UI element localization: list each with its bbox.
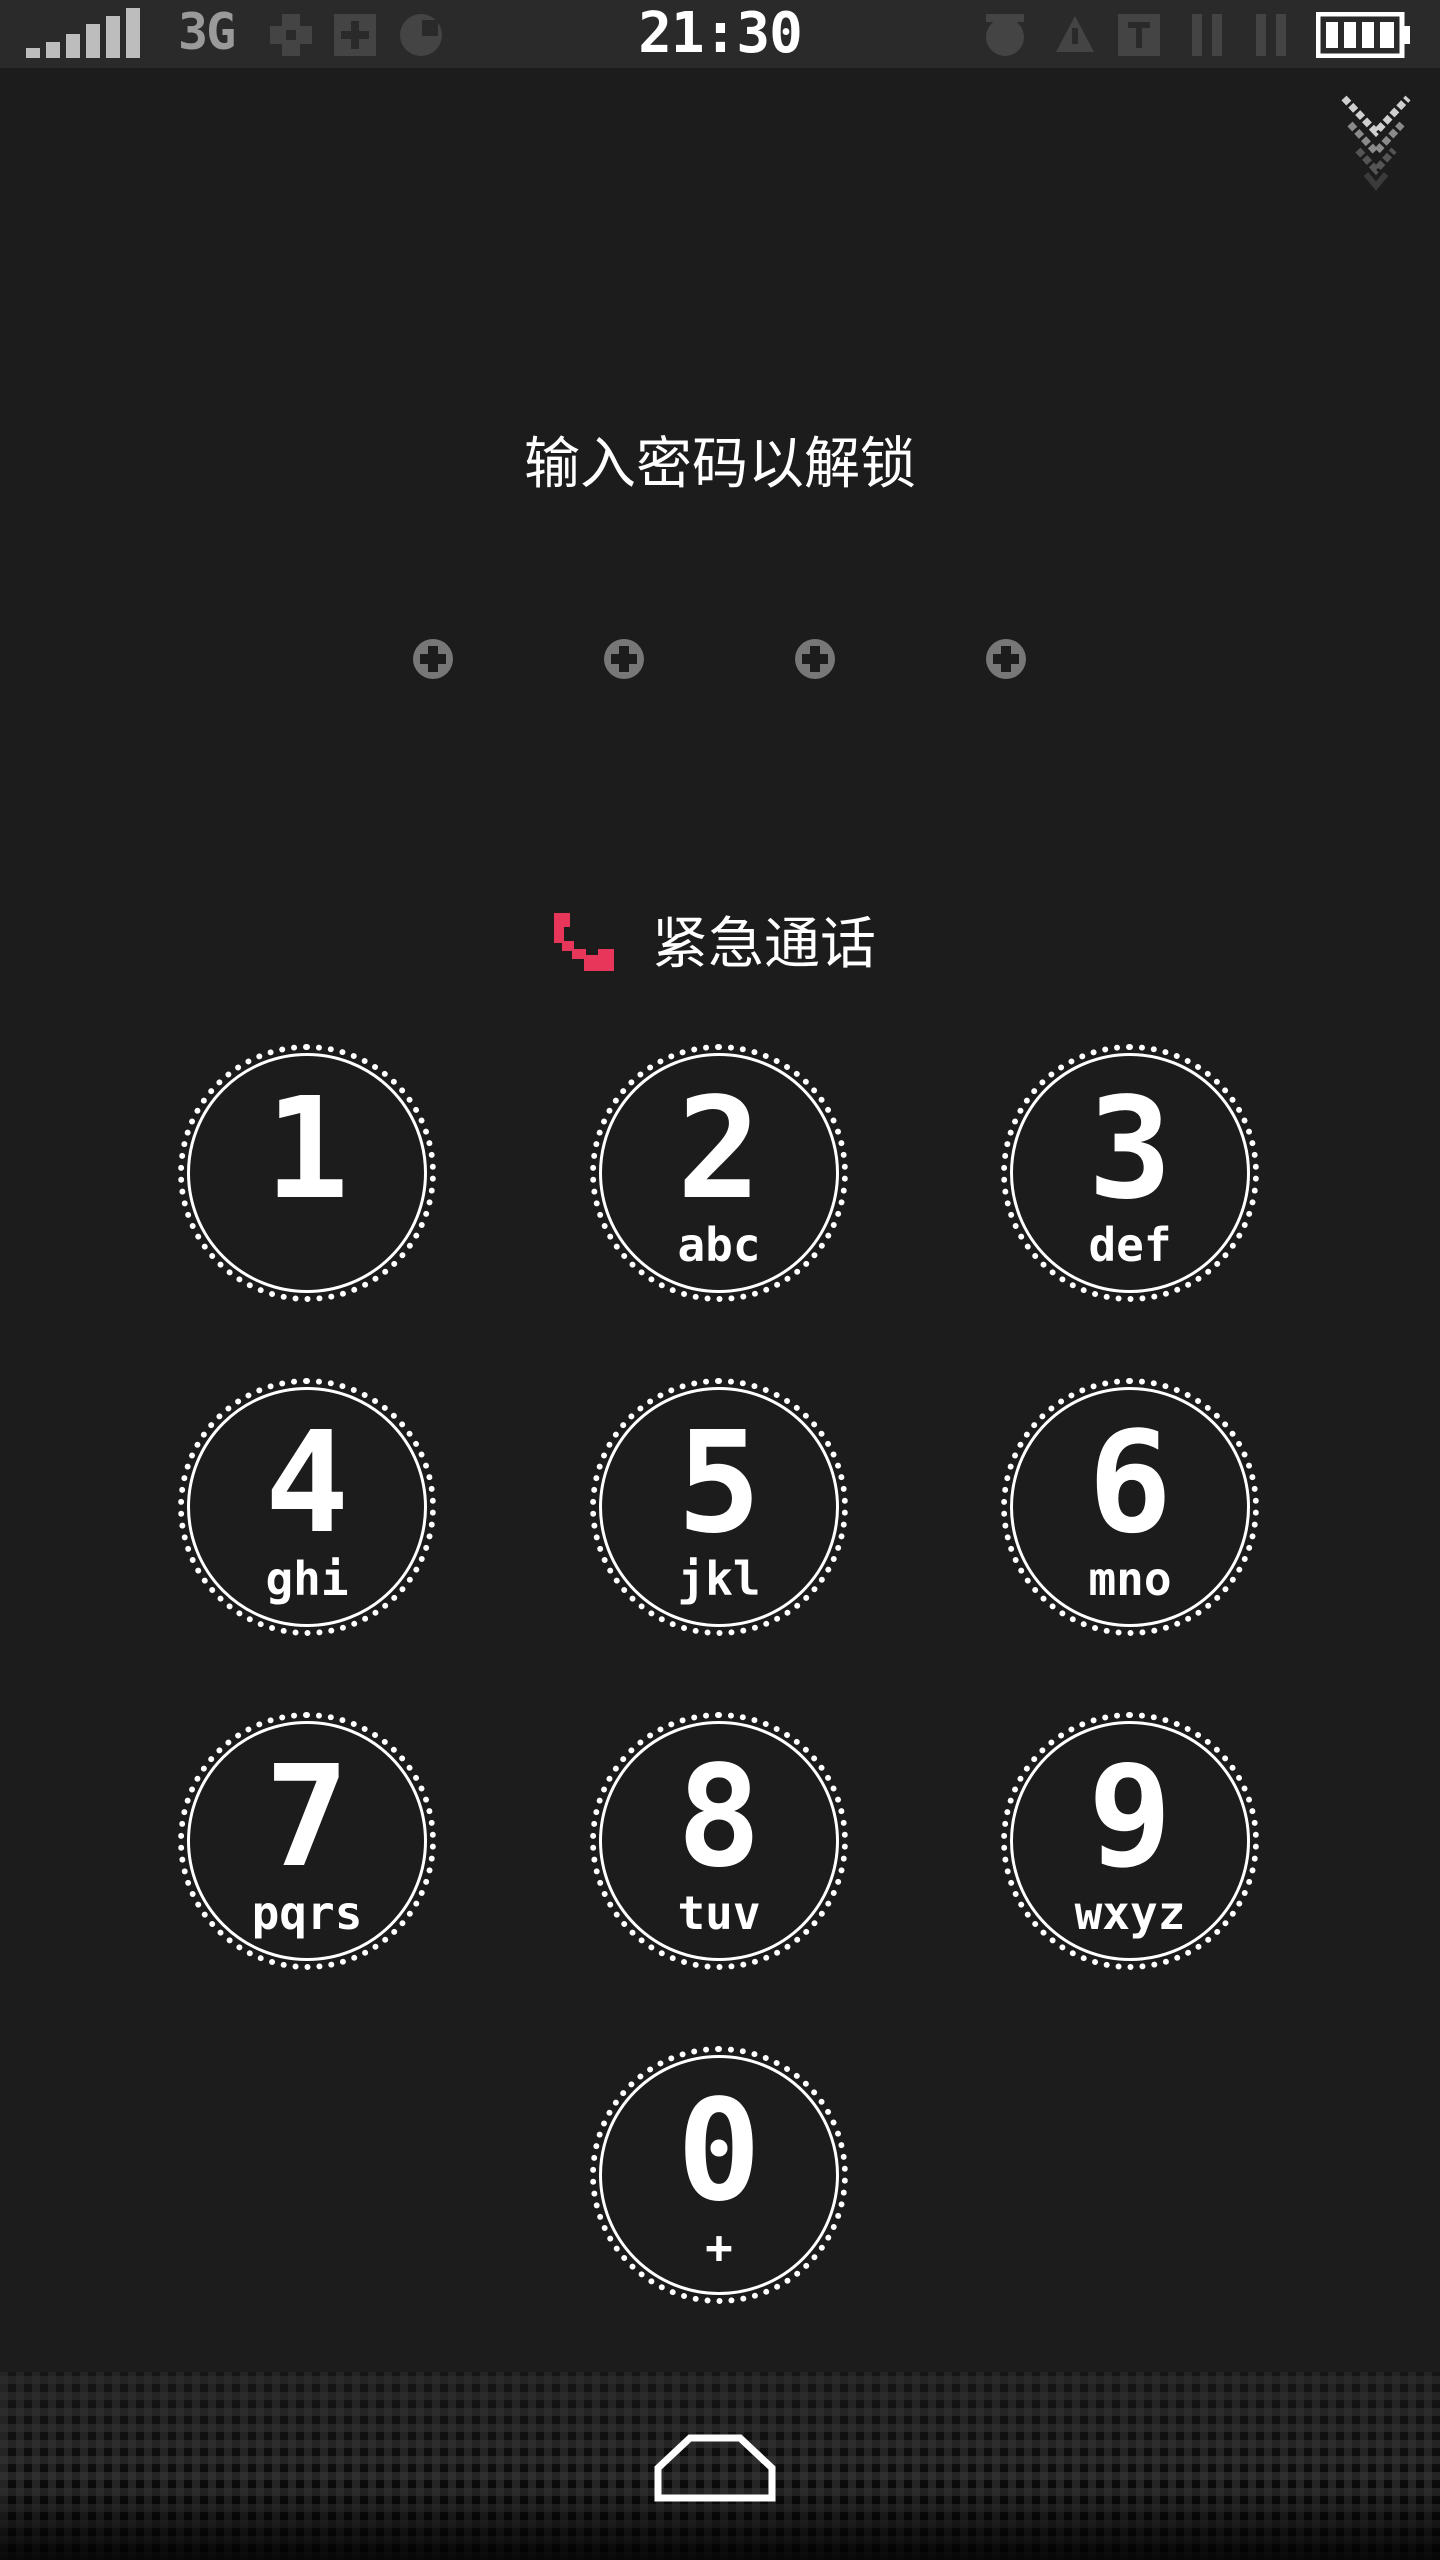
network-type-label: 3G <box>178 3 236 61</box>
key-digit: 6 <box>1087 1402 1173 1565</box>
notification-icon <box>270 14 312 56</box>
notification-icon <box>334 14 376 56</box>
key-digit: 3 <box>1087 1068 1173 1231</box>
key-letters: wxyz <box>1074 1886 1186 1940</box>
key-letters: tuv <box>677 1886 761 1940</box>
pin-dot <box>795 639 835 679</box>
pin-dot <box>604 639 644 679</box>
emergency-call-label: 紧急通话 <box>652 912 876 977</box>
wifi-icon <box>1256 14 1286 56</box>
keypad-key-7[interactable]: 7 pqrs <box>178 1712 436 1970</box>
key-letters: def <box>1088 1218 1172 1272</box>
key-digit: 1 <box>264 1068 350 1231</box>
key-letters: abc <box>677 1218 761 1272</box>
key-digit: 2 <box>676 1068 762 1231</box>
key-letters: jkl <box>677 1552 761 1606</box>
key-letters: pqrs <box>251 1886 363 1940</box>
keypad-key-0[interactable]: 0 + <box>590 2046 848 2304</box>
key-letters: mno <box>1088 1552 1172 1606</box>
notification-icon <box>400 14 442 56</box>
unlock-prompt: 输入密码以解锁 <box>524 432 916 497</box>
key-letters: + <box>705 2220 733 2274</box>
keypad-key-8[interactable]: 8 tuv <box>590 1712 848 1970</box>
keypad-key-9[interactable]: 9 wxyz <box>1001 1712 1259 1970</box>
keypad-key-2[interactable]: 2 abc <box>590 1044 848 1302</box>
keypad-key-4[interactable]: 4 ghi <box>178 1378 436 1636</box>
vibrate-icon <box>1056 16 1094 52</box>
home-icon[interactable] <box>650 2424 780 2504</box>
phone-icon <box>554 913 614 971</box>
pin-dot <box>413 639 453 679</box>
signal-icon <box>26 8 140 58</box>
wifi-icon <box>1192 14 1222 56</box>
emergency-call-button[interactable]: 紧急通话 <box>552 905 892 985</box>
status-bar: 3G 21:30 <box>0 0 1440 68</box>
key-digit: 7 <box>264 1736 350 1899</box>
battery-icon <box>1316 12 1410 58</box>
sim-icon <box>1118 14 1160 56</box>
key-digit: 0 <box>676 2070 762 2233</box>
key-digit: 9 <box>1087 1736 1173 1899</box>
clock: 21:30 <box>638 1 803 66</box>
keypad-key-1[interactable]: 1 <box>178 1044 436 1302</box>
key-digit: 5 <box>676 1402 762 1565</box>
key-digit: 4 <box>264 1402 350 1565</box>
key-letters: ghi <box>265 1552 349 1606</box>
collapse-chevron-icon[interactable] <box>1340 92 1412 192</box>
keypad-key-5[interactable]: 5 jkl <box>590 1378 848 1636</box>
keypad-key-6[interactable]: 6 mno <box>1001 1378 1259 1636</box>
keypad-key-3[interactable]: 3 def <box>1001 1044 1259 1302</box>
pin-dot <box>986 639 1026 679</box>
key-digit: 8 <box>676 1736 762 1899</box>
alarm-icon <box>986 14 1024 56</box>
